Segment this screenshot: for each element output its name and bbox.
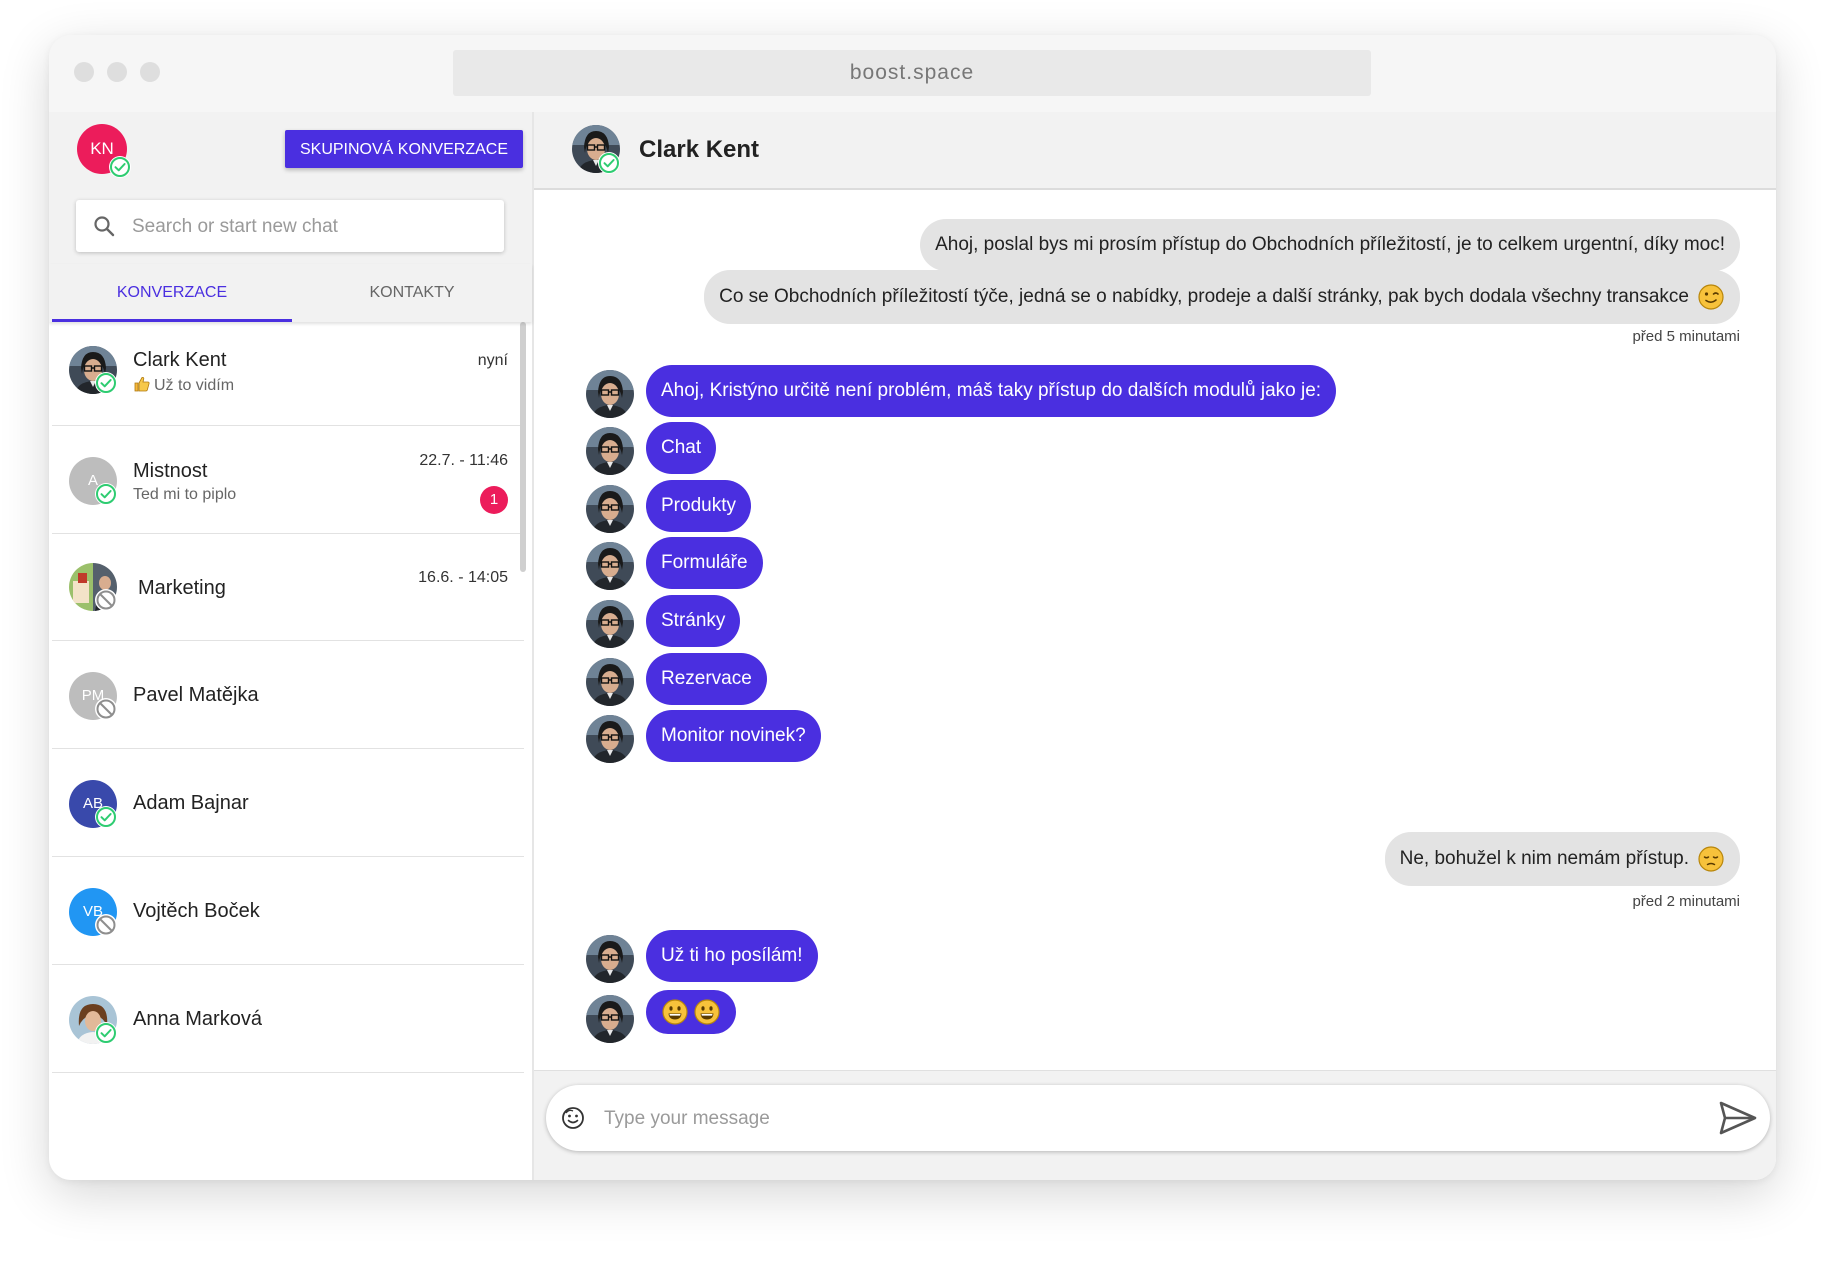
sender-avatar: [586, 995, 634, 1043]
conversation-name: Mistnost: [133, 460, 208, 482]
conversation-item-clark-kent[interactable]: Clark Kent Už to vidím nyní: [52, 322, 524, 426]
offline-status-icon: [95, 914, 117, 936]
conversation-list-scrollbar[interactable]: [520, 322, 526, 572]
send-icon[interactable]: [1718, 1100, 1758, 1136]
search-icon: [94, 216, 115, 237]
emoji-sad-icon: [1697, 845, 1725, 873]
message-bubble-incoming: Ahoj, Kristýno určitě není problém, máš …: [646, 365, 1337, 417]
sender-avatar: [586, 485, 634, 533]
online-status-icon: [109, 156, 131, 178]
unread-badge: 1: [480, 486, 508, 514]
sender-avatar: [586, 427, 634, 475]
message-text: Ahoj, poslal bys mi prosím přístup do Ob…: [935, 234, 1725, 255]
chat-panel: Clark Kent Ahoj, poslal bys mi prosím př…: [534, 112, 1776, 1180]
message-text: Rezervace: [661, 668, 752, 689]
address-bar[interactable]: boost.space: [453, 50, 1371, 96]
conversation-item-pavel-matejka[interactable]: PM Pavel Matějka: [52, 641, 524, 749]
message-text: Ne, bohužel k nim nemám přístup.: [1399, 848, 1689, 870]
conversation-item-marketing[interactable]: Marketing 16.6. - 14:05: [52, 534, 524, 641]
conversation-name: Pavel Matějka: [133, 684, 259, 706]
sidebar-header: KN SKUPINOVÁ KONVERZACE: [49, 112, 532, 264]
offline-status-icon: [95, 589, 117, 611]
conversation-list: Clark Kent Už to vidím nyní A Mistnost T…: [52, 322, 524, 1082]
window-close-dot[interactable]: [74, 62, 94, 82]
tab-contacts[interactable]: KONTAKTY: [292, 264, 532, 322]
message-bubble-incoming: [646, 990, 736, 1034]
contact-name: Clark Kent: [639, 136, 760, 163]
sender-avatar: [586, 370, 634, 418]
smiley-icon[interactable]: [560, 1105, 586, 1131]
browser-titlebar: boost.space: [49, 35, 1776, 112]
online-status-icon: [95, 806, 117, 828]
online-status-icon: [95, 1022, 117, 1044]
online-status-icon: [95, 483, 117, 505]
window-maximize-dot[interactable]: [140, 62, 160, 82]
offline-status-icon: [95, 698, 117, 720]
message-input[interactable]: [602, 1085, 1686, 1153]
message-bubble-incoming: Formuláře: [646, 537, 763, 589]
conversation-name: Clark Kent: [133, 349, 227, 371]
message-bubble-incoming: Produkty: [646, 480, 751, 532]
conversation-name: Vojtěch Boček: [133, 900, 260, 922]
message-text: Produkty: [661, 495, 736, 516]
message-text: Chat: [661, 437, 702, 458]
last-message-text: Už to vidím: [154, 377, 235, 394]
sender-avatar: [586, 658, 634, 706]
emoji-grin-icon: [661, 998, 689, 1026]
conversation-time: 22.7. - 11:46: [419, 452, 508, 469]
thumbs-up-icon: [134, 376, 150, 392]
emoji-grin-icon: [693, 998, 721, 1026]
message-composer: [546, 1085, 1770, 1153]
online-status-icon: [95, 372, 117, 394]
conversation-item-vojtech-bocek[interactable]: VB Vojtěch Boček: [52, 857, 524, 965]
composer-area: [534, 1070, 1776, 1180]
message-bubble-outgoing: Ahoj, poslal bys mi prosím přístup do Ob…: [920, 219, 1740, 271]
message-list: Ahoj, poslal bys mi prosím přístup do Ob…: [534, 190, 1776, 1070]
conversation-name: Adam Bajnar: [133, 792, 249, 814]
sender-avatar: [586, 542, 634, 590]
emoji-wink-icon: [1697, 283, 1725, 311]
group-conversation-button[interactable]: SKUPINOVÁ KONVERZACE: [285, 130, 523, 168]
message-bubble-incoming: Už ti ho posílám!: [646, 930, 818, 982]
chat-header: Clark Kent: [534, 112, 1776, 190]
message-bubble-incoming: Rezervace: [646, 653, 767, 705]
message-text: Formuláře: [661, 552, 748, 573]
sidebar-tabs: KONVERZACE KONTAKTY: [49, 264, 532, 322]
sender-avatar: [586, 600, 634, 648]
window-minimize-dot[interactable]: [107, 62, 127, 82]
search-box: [76, 200, 504, 254]
browser-window: boost.space KN SKUPINOVÁ KONVERZACE KONV…: [49, 35, 1776, 1180]
conversation-item-anna-markova[interactable]: Anna Marková: [52, 965, 524, 1073]
conversation-name: Anna Marková: [133, 1008, 262, 1030]
message-bubble-outgoing: Co se Obchodních příležitostí týče, jedn…: [704, 270, 1740, 324]
message-bubble-incoming: Stránky: [646, 595, 741, 647]
tab-conversations[interactable]: KONVERZACE: [52, 264, 292, 322]
message-text: Už ti ho posílám!: [661, 945, 803, 966]
conversation-time: 16.6. - 14:05: [418, 569, 508, 586]
message-text: Stránky: [661, 610, 726, 631]
search-input[interactable]: [130, 200, 494, 254]
message-timestamp: před 5 minutami: [1632, 328, 1740, 345]
sender-avatar: [586, 935, 634, 983]
message-text: Monitor novinek?: [661, 725, 806, 746]
message-bubble-outgoing: Ne, bohužel k nim nemám přístup.: [1384, 832, 1740, 886]
message-text: Co se Obchodních příležitostí týče, jedn…: [719, 286, 1689, 308]
message-bubble-incoming: Chat: [646, 422, 717, 474]
conversation-last-message: Ted mi to piplo: [133, 486, 237, 503]
conversation-name: Marketing: [138, 577, 226, 599]
message-timestamp: před 2 minutami: [1632, 893, 1740, 910]
sidebar: KN SKUPINOVÁ KONVERZACE KONVERZACE KONTA…: [49, 112, 534, 1180]
conversation-item-adam-bajnar[interactable]: AB Adam Bajnar: [52, 749, 524, 857]
online-status-icon: [598, 152, 620, 174]
conversation-time: nyní: [477, 352, 508, 369]
conversation-last-message: Už to vidím: [133, 375, 234, 395]
message-text: Ahoj, Kristýno určitě není problém, máš …: [661, 380, 1322, 401]
message-bubble-incoming: Monitor novinek?: [646, 710, 821, 762]
conversation-item-mistnost[interactable]: A Mistnost Ted mi to piplo 22.7. - 11:46…: [52, 426, 524, 534]
sender-avatar: [586, 715, 634, 763]
